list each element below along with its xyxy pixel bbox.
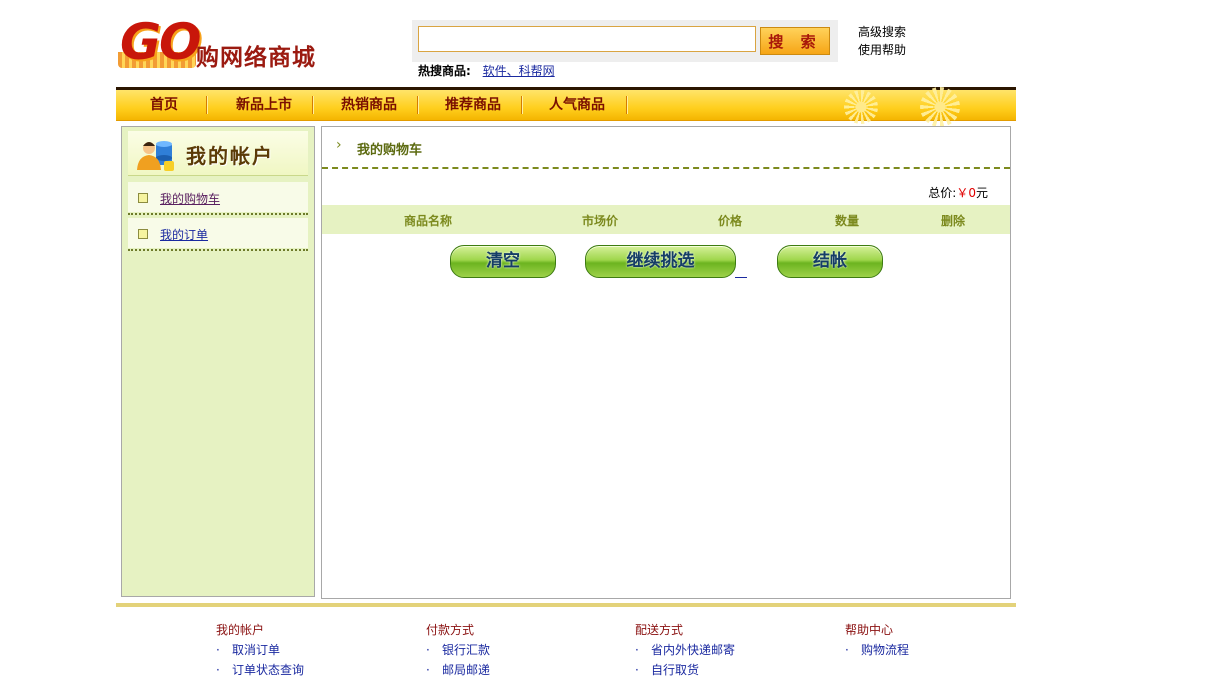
footer-link-express[interactable]: · 省内外快递邮寄 xyxy=(635,640,735,660)
cart-panel: › 我的购物车 总价:￥0元 商品名称 市场价 价格 数量 删除 清空 继续挑选… xyxy=(321,126,1011,599)
account-header: 我的帐户 xyxy=(128,131,308,176)
square-bullet-icon xyxy=(138,193,148,203)
footer-link-shopping-process[interactable]: · 购物流程 xyxy=(845,640,909,660)
sidebar-item-orders[interactable]: 我的订单 xyxy=(128,218,308,248)
search-input[interactable] xyxy=(418,26,756,52)
cart-table-header: 商品名称 市场价 价格 数量 删除 xyxy=(322,205,1010,234)
total-label: 总价: xyxy=(928,186,957,200)
footer-link-self-pickup[interactable]: · 自行取货 xyxy=(635,660,735,680)
nav-popular[interactable]: 人气商品 xyxy=(536,90,618,120)
page-title: 我的购物车 xyxy=(357,143,423,158)
footer-heading: 配送方式 xyxy=(635,623,684,637)
checkout-button[interactable]: 结帐 xyxy=(777,245,883,278)
search-bar: 搜 索 xyxy=(412,20,838,62)
nav-divider xyxy=(626,96,627,114)
footer-link-order-status[interactable]: · 订单状态查询 xyxy=(216,660,304,680)
logo-name: 购网络商城 xyxy=(196,45,316,71)
sidebar-item-cart[interactable]: 我的购物车 xyxy=(128,182,308,212)
empty-link[interactable] xyxy=(735,277,747,278)
flower-icon xyxy=(920,87,960,127)
footer-column-account: 我的帐户 · 取消订单 · 订单状态查询 xyxy=(216,620,304,680)
column-header-delete: 删除 xyxy=(941,214,966,228)
sidebar-item-label[interactable]: 我的订单 xyxy=(160,226,208,243)
nav-divider xyxy=(206,96,207,114)
nav-new-products[interactable]: 新品上市 xyxy=(224,90,304,120)
cart-total: 总价:￥0元 xyxy=(928,184,988,201)
nav-home[interactable]: 首页 xyxy=(130,90,198,120)
main-nav: 首页 新品上市 热销商品 推荐商品 人气商品 xyxy=(116,87,1016,127)
footer-column-help: 帮助中心 · 购物流程 xyxy=(845,620,909,660)
user-avatar-icon xyxy=(137,141,174,171)
footer-divider xyxy=(116,603,1016,607)
search-button[interactable]: 搜 索 xyxy=(760,27,830,55)
logo-mark: GO xyxy=(120,13,202,71)
chevron-right-icon: › xyxy=(336,137,342,153)
footer-link-bank-transfer[interactable]: · 银行汇款 xyxy=(426,640,490,660)
total-unit: 元 xyxy=(975,186,988,200)
nav-divider xyxy=(417,96,418,114)
total-amount: ￥0 xyxy=(956,186,976,200)
hot-search-label: 热搜商品: xyxy=(418,64,471,78)
column-header-name: 商品名称 xyxy=(404,214,453,228)
account-sidebar: 我的帐户 我的购物车 我的订单 xyxy=(121,126,315,597)
footer-heading: 我的帐户 xyxy=(216,623,265,637)
hot-search: 热搜商品: 软件、科帮网 xyxy=(418,62,555,79)
nav-hot-products[interactable]: 热销商品 xyxy=(328,90,410,120)
column-header-price: 价格 xyxy=(718,214,743,228)
column-header-market-price: 市场价 xyxy=(582,214,619,228)
footer-heading: 付款方式 xyxy=(426,623,475,637)
clear-cart-button[interactable]: 清空 xyxy=(450,245,556,278)
site-logo[interactable]: GO 购网络商城 xyxy=(118,14,358,72)
sidebar-item-label[interactable]: 我的购物车 xyxy=(160,190,220,207)
footer-column-payment: 付款方式 · 银行汇款 · 邮局邮递 xyxy=(426,620,490,680)
nav-recommended[interactable]: 推荐商品 xyxy=(432,90,514,120)
dashed-divider xyxy=(322,167,1010,169)
square-bullet-icon xyxy=(138,229,148,239)
flower-icon xyxy=(844,90,878,124)
column-header-quantity: 数量 xyxy=(835,214,860,228)
nav-divider xyxy=(312,96,313,114)
account-title: 我的帐户 xyxy=(186,144,274,168)
footer-link-postal[interactable]: · 邮局邮递 xyxy=(426,660,490,680)
footer-heading: 帮助中心 xyxy=(845,623,894,637)
dotted-divider xyxy=(128,249,308,251)
footer-link-cancel-order[interactable]: · 取消订单 xyxy=(216,640,304,660)
dotted-divider xyxy=(128,213,308,215)
footer-column-delivery: 配送方式 · 省内外快递邮寄 · 自行取货 xyxy=(635,620,735,680)
help-link[interactable]: 使用帮助 xyxy=(858,41,906,59)
hot-search-link[interactable]: 软件、科帮网 xyxy=(483,64,555,78)
nav-divider xyxy=(521,96,522,114)
header-links: 高级搜索 使用帮助 xyxy=(858,23,906,59)
advanced-search-link[interactable]: 高级搜索 xyxy=(858,23,906,41)
continue-shopping-button[interactable]: 继续挑选 xyxy=(585,245,736,278)
